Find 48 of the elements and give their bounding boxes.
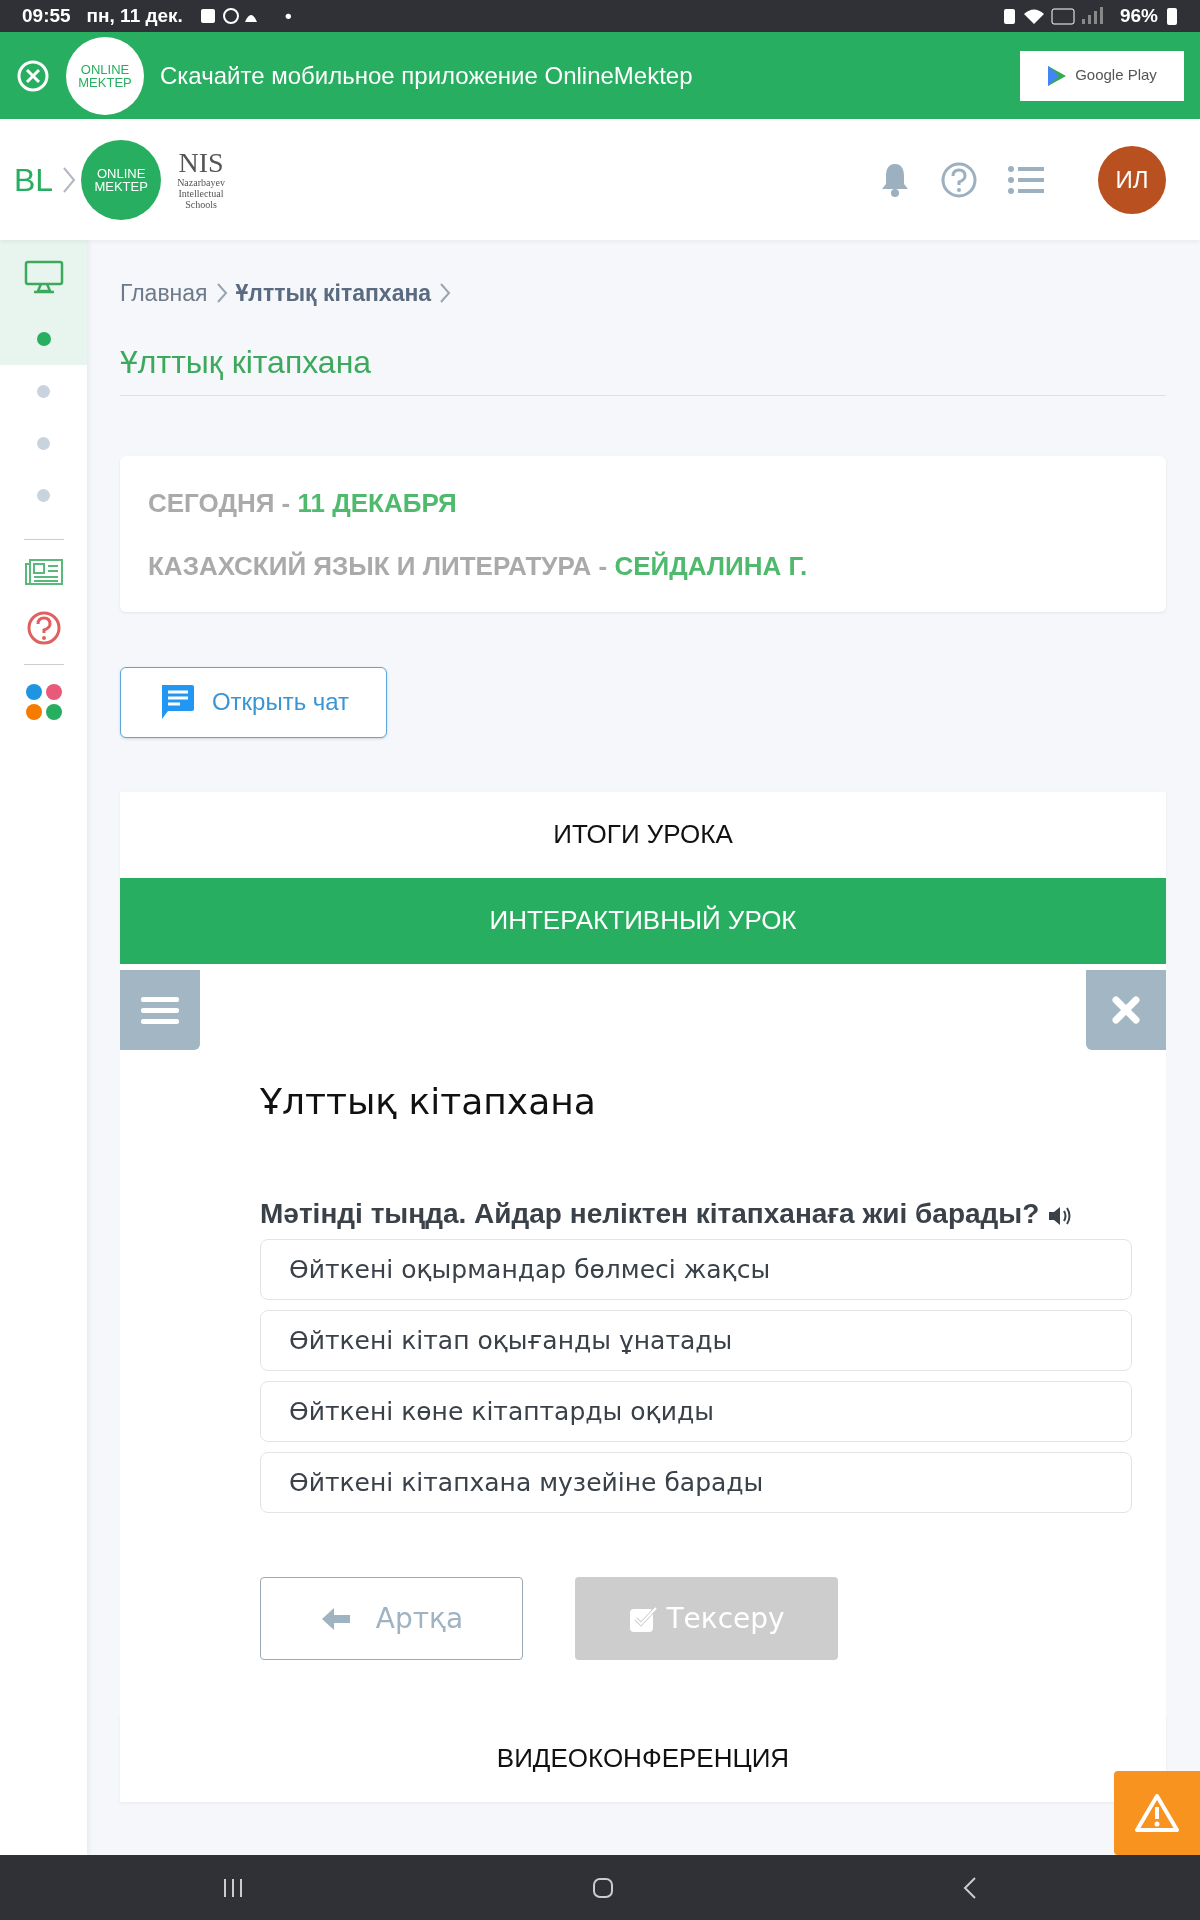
menu-button[interactable] xyxy=(120,969,200,1050)
help-icon[interactable] xyxy=(940,160,978,199)
home-icon[interactable] xyxy=(591,1875,615,1900)
breadcrumb-link[interactable]: Главная xyxy=(120,276,208,311)
section-header[interactable]: ВИДЕОКОНФЕРЕНЦИЯ xyxy=(120,1715,1166,1802)
close-icon xyxy=(1111,994,1141,1025)
newspaper-icon[interactable] xyxy=(23,558,64,586)
avatar-button[interactable]: ИЛ xyxy=(1098,145,1166,214)
banner-text: Скачайте мобильное приложение OnlineMektep xyxy=(160,60,693,91)
menu-icon xyxy=(141,994,179,1025)
subject-line: КАЗАХСКИЙ ЯЗЫК И ЛИТЕРАТУРА - СЕЙДАЛИНА Г. xyxy=(148,550,808,581)
step-dot[interactable] xyxy=(37,384,50,398)
answer-option[interactable]: Өйткені көне кітаптарды оқиды xyxy=(260,1381,1132,1443)
chevron-icon xyxy=(439,282,452,305)
dot-text: • xyxy=(284,3,292,28)
close-button[interactable] xyxy=(16,58,50,93)
monitor-icon[interactable] xyxy=(23,259,64,294)
brand-text: BL xyxy=(14,160,54,200)
step-dot[interactable] xyxy=(36,332,51,346)
store-button[interactable]: Google Play xyxy=(1020,50,1184,101)
lesson-title: Ұлттық кітапхана xyxy=(260,1079,597,1124)
date-text: пн, 11 дек. xyxy=(86,3,183,28)
battery-text: 96% xyxy=(1119,3,1158,28)
breadcrumb-link[interactable]: Ұлттық кітапхана xyxy=(235,276,432,311)
answer-option[interactable]: Өйткені кітапхана музейіне барады xyxy=(260,1452,1132,1514)
clock-text: 09:55 xyxy=(22,3,71,28)
school-logo: NIS Nazarbayev Intellectual Schools xyxy=(177,149,225,210)
chevron-icon xyxy=(215,282,228,305)
warning-icon xyxy=(1134,1793,1180,1833)
question-text: Мәтінді тыңда. Айдар неліктен кітапханаға жиі барады? xyxy=(260,1197,1040,1232)
help-icon[interactable] xyxy=(25,610,62,646)
warning-button[interactable] xyxy=(1114,1771,1200,1855)
app-logo: ONLINE MEKTEP xyxy=(66,36,144,115)
notification-bell-icon[interactable] xyxy=(880,161,910,198)
answer-option[interactable]: Өйткені кітап оқығанды ұнатады xyxy=(260,1310,1132,1372)
apps-icon[interactable] xyxy=(24,683,63,721)
step-dot[interactable] xyxy=(37,436,50,450)
step-dot[interactable] xyxy=(37,488,50,502)
close-button[interactable] xyxy=(1086,969,1166,1050)
app-logo: ONLINE MEKTEP xyxy=(81,139,162,220)
play-icon xyxy=(1047,64,1068,87)
page-title: Ұлттық кітапхана xyxy=(120,334,1166,396)
date-line: СЕГОДНЯ - 11 ДЕКАБРЯ xyxy=(148,487,457,518)
back-icon[interactable] xyxy=(962,1875,979,1900)
battery-icon xyxy=(1166,6,1178,26)
answer-option[interactable]: Өйткені оқырмандар бөлмесі жақсы xyxy=(260,1239,1132,1301)
menu-icon[interactable] xyxy=(1008,164,1044,195)
section-header[interactable]: ИТОГИ УРОКА xyxy=(120,791,1166,878)
